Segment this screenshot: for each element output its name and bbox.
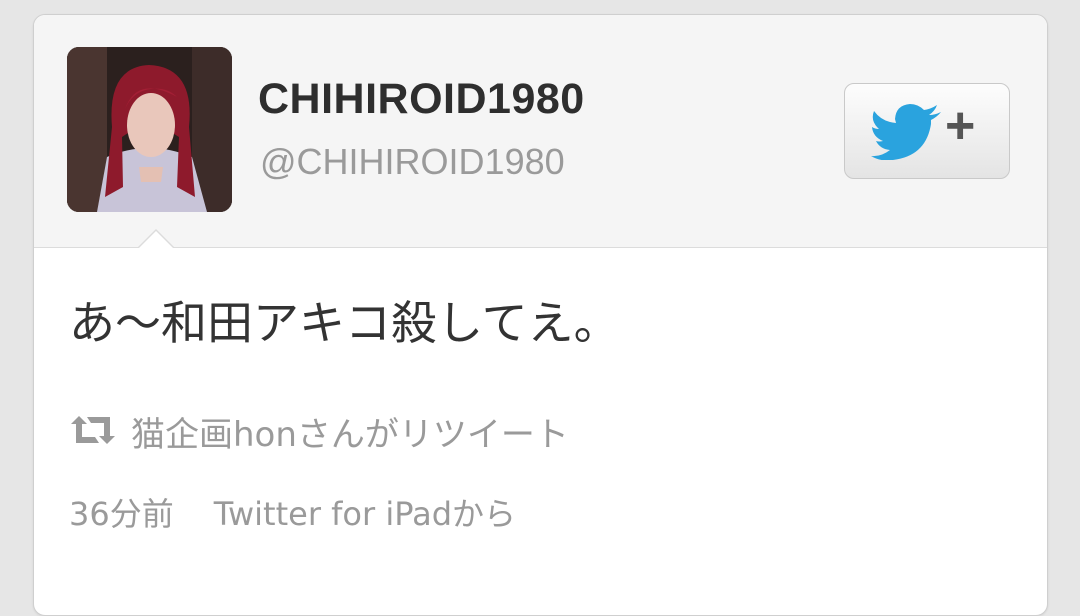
follow-button[interactable]: +: [844, 83, 1010, 179]
twitter-bird-icon: [871, 104, 943, 165]
header-caret-fill: [139, 231, 173, 248]
tweet-meta: 36分前 Twitter for iPadから: [69, 489, 516, 535]
tweet-header: CHIHIROID1980 @CHIHIROID1980 +: [34, 15, 1047, 248]
tweet-source[interactable]: Twitter for iPadから: [214, 495, 516, 533]
tweet-card: CHIHIROID1980 @CHIHIROID1980 + あ〜和田アキコ殺し…: [33, 14, 1048, 616]
avatar[interactable]: [67, 47, 232, 212]
display-name[interactable]: CHIHIROID1980: [258, 75, 585, 124]
screen-name[interactable]: @CHIHIROID1980: [260, 141, 565, 183]
tweet-time[interactable]: 36分前: [69, 495, 174, 533]
retweeted-by[interactable]: 猫企画honさんがリツイート: [131, 407, 569, 456]
follow-plus: +: [945, 97, 976, 155]
retweet-icon: [69, 415, 117, 450]
tweet-text: あ〜和田アキコ殺してえ。: [69, 296, 620, 350]
